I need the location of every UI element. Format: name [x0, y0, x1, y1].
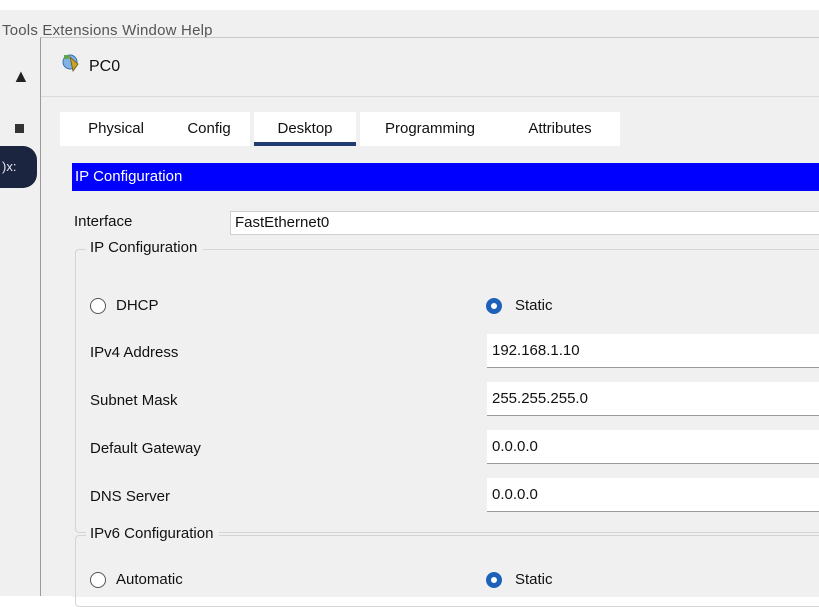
default-gateway-label: Default Gateway — [90, 440, 201, 457]
ipv6-static-radio[interactable] — [486, 572, 502, 588]
ip-configuration-panel: IP Configuration Interface FastEthernet0… — [72, 163, 819, 607]
ipv6-group-legend: IPv6 Configuration — [86, 525, 220, 542]
subnet-mask-input[interactable]: 255.255.255.0 — [487, 382, 819, 416]
dns-server-label: DNS Server — [90, 488, 171, 505]
default-gateway-input[interactable]: 0.0.0.0 — [487, 430, 819, 464]
interface-select[interactable]: FastEthernet0 — [230, 211, 819, 235]
window-titlebar[interactable]: PC0 — [41, 38, 819, 97]
toolbar-tool-icon[interactable]: ▲ — [12, 66, 30, 87]
toolbar-square-icon[interactable] — [15, 124, 24, 133]
tab-desktop[interactable]: Desktop — [254, 112, 356, 146]
ipv6-automatic-label[interactable]: Automatic — [116, 571, 183, 588]
background-top — [0, 0, 819, 10]
pc0-window: PC0 Physical Config Desktop Programming … — [40, 37, 819, 607]
ipv6-automatic-radio[interactable] — [90, 572, 106, 588]
pc-app-icon — [62, 54, 79, 72]
static-label[interactable]: Static — [515, 297, 553, 314]
dhcp-radio[interactable] — [90, 298, 106, 314]
ipv4-config-group: IP Configuration DHCP Static IPv4 Addres… — [75, 239, 819, 533]
interface-label: Interface — [74, 213, 133, 230]
tab-config[interactable]: Config — [168, 112, 250, 146]
subnet-mask-label: Subnet Mask — [90, 392, 178, 409]
tab-physical[interactable]: Physical — [60, 112, 170, 146]
tab-strip: Physical Config Desktop Programming Attr… — [60, 112, 819, 146]
ipv4-group-legend: IP Configuration — [86, 239, 204, 256]
background-side-button[interactable]: )x: — [0, 146, 37, 188]
dns-server-input[interactable]: 0.0.0.0 — [487, 478, 819, 512]
tab-attributes[interactable]: Attributes — [500, 112, 620, 146]
ipv6-config-group: IPv6 Configuration Automatic Static — [75, 525, 819, 607]
tab-strip-filler — [620, 112, 819, 146]
static-radio[interactable] — [486, 298, 502, 314]
background-side-text: )x: — [2, 159, 17, 174]
ipv6-static-label[interactable]: Static — [515, 571, 553, 588]
tab-programming[interactable]: Programming — [360, 112, 500, 146]
window-title: PC0 — [89, 58, 121, 75]
dhcp-label[interactable]: DHCP — [116, 297, 159, 314]
ipv4-address-label: IPv4 Address — [90, 344, 179, 361]
panel-header: IP Configuration — [72, 163, 819, 191]
ipv4-address-input[interactable]: 192.168.1.10 — [487, 334, 819, 368]
